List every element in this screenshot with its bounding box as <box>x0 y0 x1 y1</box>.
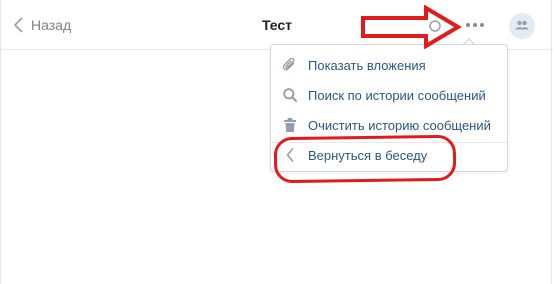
annotation-highlight-circle <box>273 134 457 184</box>
group-avatar-icon <box>515 17 529 35</box>
menu-item-show-attachments[interactable]: Показать вложения <box>271 52 507 78</box>
paperclip-icon <box>282 57 298 73</box>
back-button-label: Назад <box>31 17 72 33</box>
more-dots-icon <box>466 23 470 27</box>
annotation-arrow-icon <box>361 5 462 49</box>
chevron-left-icon <box>13 17 23 33</box>
menu-item-label: Очистить историю сообщений <box>308 117 491 133</box>
back-button[interactable]: Назад <box>13 10 71 40</box>
menu-item-label: Поиск по истории сообщений <box>308 87 486 103</box>
trash-icon <box>282 117 298 133</box>
search-icon <box>282 87 298 103</box>
group-avatar[interactable] <box>509 13 535 39</box>
menu-item-search-history[interactable]: Поиск по истории сообщений <box>271 82 507 108</box>
menu-item-clear-history[interactable]: Очистить историю сообщений <box>271 112 507 138</box>
more-actions-button[interactable] <box>463 15 487 35</box>
menu-item-label: Показать вложения <box>308 57 426 73</box>
